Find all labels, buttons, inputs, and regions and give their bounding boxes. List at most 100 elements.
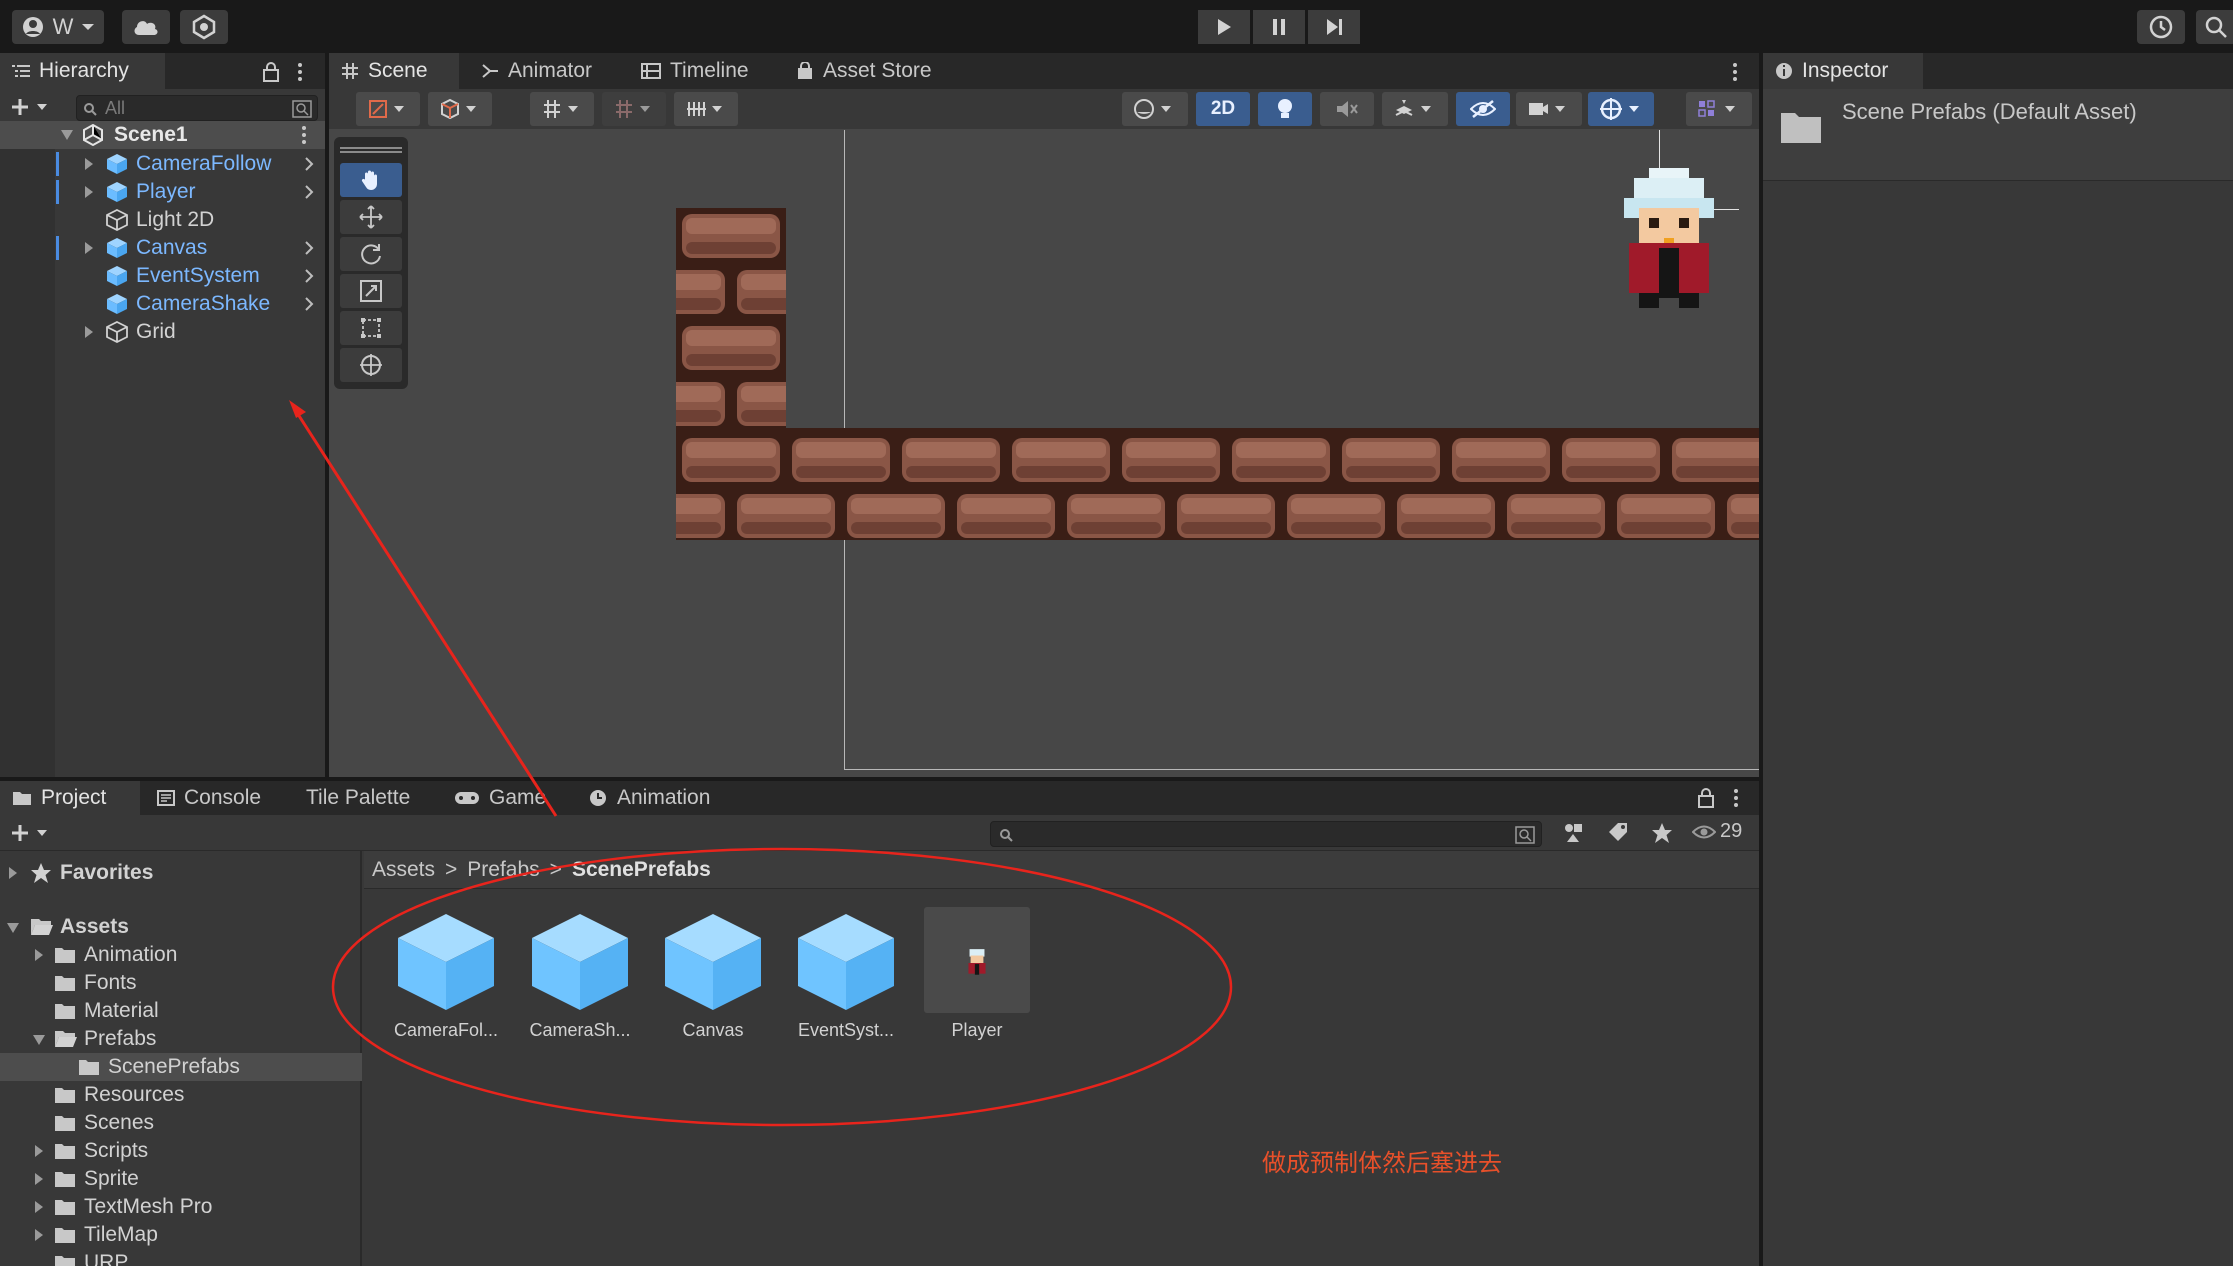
scale-tool-button[interactable] (340, 274, 402, 308)
tab-asset-store[interactable]: Asset Store (784, 53, 932, 89)
snap-grid-button[interactable] (530, 92, 594, 126)
history-button[interactable] (2137, 10, 2185, 44)
draw-mode-button[interactable] (356, 92, 420, 126)
rect-tool-button[interactable] (340, 311, 402, 345)
kebab-menu-icon[interactable] (1732, 788, 1740, 808)
asset-item[interactable]: EventSyst... (790, 910, 902, 1040)
grid-visibility-button[interactable] (674, 92, 738, 126)
drag-handle[interactable] (340, 147, 402, 153)
project-search-input[interactable] (990, 821, 1542, 847)
expand-arrow-icon[interactable] (34, 1228, 44, 1242)
expand-arrow-icon[interactable] (84, 157, 94, 171)
pause-button[interactable] (1253, 10, 1305, 44)
tab-project[interactable]: Project (0, 781, 140, 815)
hidden-objects-button[interactable] (1456, 92, 1510, 126)
expand-arrow-icon[interactable] (34, 1200, 44, 1214)
asset-item[interactable]: Canvas (657, 910, 769, 1040)
lighting-toggle-button[interactable] (1258, 92, 1312, 126)
hand-tool-button[interactable] (340, 163, 402, 197)
favorites-row[interactable]: Favorites (0, 859, 362, 887)
tab-console[interactable]: Console (145, 781, 261, 815)
kebab-menu-icon[interactable] (296, 62, 304, 82)
hierarchy-item[interactable]: Player (0, 178, 325, 206)
overlay-menu-button[interactable] (1686, 92, 1752, 126)
folder-row[interactable]: Sprite (0, 1165, 362, 1193)
folder-row[interactable]: Scenes (0, 1109, 362, 1137)
asset-item[interactable]: Player (924, 907, 1030, 1040)
create-button[interactable] (10, 97, 48, 117)
hierarchy-item[interactable]: Light 2D (0, 206, 325, 234)
search-by-type-icon[interactable] (1515, 826, 1535, 844)
asset-item[interactable]: CameraSh... (524, 910, 636, 1040)
folder-row[interactable]: Resources (0, 1081, 362, 1109)
tab-tile-palette[interactable]: Tile Palette (294, 781, 410, 815)
step-button[interactable] (1308, 10, 1360, 44)
account-button[interactable]: W (12, 10, 104, 44)
tab-hierarchy[interactable]: Hierarchy (0, 53, 165, 89)
folder-row[interactable]: Prefabs (0, 1025, 362, 1053)
folder-row[interactable]: TileMap (0, 1221, 362, 1249)
gizmos-button[interactable] (1588, 92, 1654, 126)
tab-game[interactable]: Game (442, 781, 546, 815)
camera-settings-button[interactable] (1516, 92, 1582, 126)
hidden-packages-toggle[interactable]: 29 (1692, 820, 1742, 843)
folder-row[interactable]: TextMesh Pro (0, 1193, 362, 1221)
chevron-right-icon[interactable] (304, 269, 314, 283)
hierarchy-search-input[interactable]: All (76, 95, 318, 121)
star-icon[interactable] (1651, 822, 1673, 844)
move-tool-button[interactable] (340, 200, 402, 234)
folder-row[interactable]: Animation (0, 941, 362, 969)
folder-row[interactable]: Material (0, 997, 362, 1025)
tab-animation[interactable]: Animation (576, 781, 710, 815)
audio-toggle-button[interactable] (1320, 92, 1374, 126)
expand-arrow-icon[interactable] (60, 129, 74, 141)
effects-button[interactable] (1382, 92, 1448, 126)
expand-arrow-icon[interactable] (34, 948, 44, 962)
transform-tool-button[interactable] (340, 348, 402, 382)
hierarchy-item[interactable]: CameraFollow (0, 150, 325, 178)
lock-icon[interactable] (1697, 788, 1715, 808)
global-search-button[interactable] (2196, 10, 2233, 44)
toggle-2d-button[interactable]: 2D (1196, 92, 1250, 126)
shading-mode-button[interactable] (428, 92, 492, 126)
expand-arrow-icon[interactable] (84, 241, 94, 255)
tab-inspector[interactable]: Inspector (1763, 53, 1923, 89)
hierarchy-item[interactable]: Canvas (0, 234, 325, 262)
breadcrumb-item[interactable]: Prefabs (467, 858, 539, 882)
kebab-menu-icon[interactable] (300, 125, 308, 145)
scene-viewport[interactable] (329, 130, 1759, 777)
render-mode-button[interactable] (1122, 92, 1188, 126)
tab-scene[interactable]: Scene (329, 53, 459, 89)
search-by-type-icon[interactable] (292, 100, 312, 118)
tab-timeline[interactable]: Timeline (629, 53, 749, 89)
assets-root-row[interactable]: Assets (0, 913, 362, 941)
tab-animator[interactable]: Animator (469, 53, 592, 89)
folder-row[interactable]: Scripts (0, 1137, 362, 1165)
hierarchy-item[interactable]: CameraShake (0, 290, 325, 318)
expand-arrow-icon[interactable] (6, 922, 20, 934)
expand-arrow-icon[interactable] (34, 1144, 44, 1158)
label-tag-icon[interactable] (1607, 822, 1629, 844)
chevron-right-icon[interactable] (304, 185, 314, 199)
filter-by-type-icon[interactable] (1562, 822, 1584, 844)
expand-arrow-icon[interactable] (34, 1172, 44, 1186)
folder-row-selected[interactable]: ScenePrefabs (0, 1053, 362, 1081)
expand-arrow-icon[interactable] (32, 1034, 46, 1046)
scene-row[interactable]: Scene1 (0, 121, 325, 149)
chevron-right-icon[interactable] (304, 241, 314, 255)
project-create-button[interactable] (10, 823, 48, 843)
hierarchy-item[interactable]: Grid (0, 318, 325, 346)
collab-button[interactable] (180, 10, 228, 44)
expand-arrow-icon[interactable] (8, 866, 18, 880)
chevron-right-icon[interactable] (304, 157, 314, 171)
increment-snap-button[interactable] (602, 92, 666, 126)
asset-item[interactable]: CameraFol... (390, 910, 502, 1040)
play-button[interactable] (1198, 10, 1250, 44)
expand-arrow-icon[interactable] (84, 185, 94, 199)
breadcrumb-item-current[interactable]: ScenePrefabs (572, 858, 711, 882)
folder-row[interactable]: URP (0, 1249, 362, 1266)
rotate-tool-button[interactable] (340, 237, 402, 271)
hierarchy-item[interactable]: EventSystem (0, 262, 325, 290)
folder-row[interactable]: Fonts (0, 969, 362, 997)
kebab-menu-icon[interactable] (1731, 62, 1739, 82)
